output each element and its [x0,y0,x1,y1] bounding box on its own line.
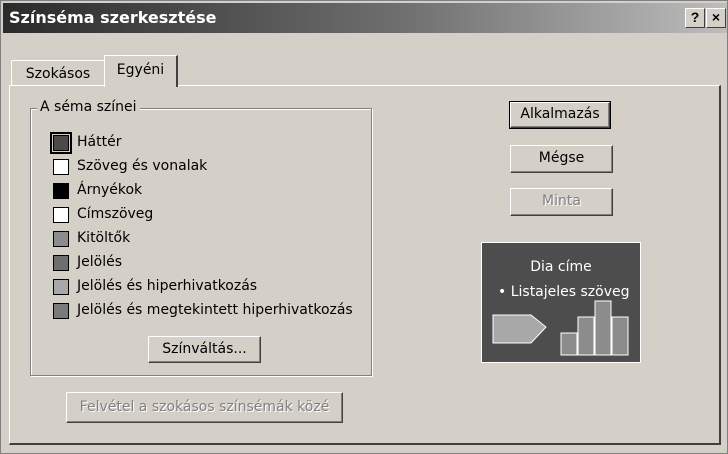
color-swatch[interactable] [53,159,69,175]
window-title: Színséma szerkesztése [9,8,217,27]
scheme-color-label: Szöveg és vonalak [77,158,208,174]
scheme-color-item[interactable]: Kitöltők [53,230,363,250]
color-swatch[interactable] [53,279,69,295]
add-to-standard-button[interactable]: Felvétel a szokásos színsémák közé [66,392,343,423]
color-swatch[interactable] [53,183,69,199]
close-button[interactable]: × [706,8,726,28]
preview-bar [611,316,629,356]
title-bar[interactable]: Színséma szerkesztése ? × [3,3,727,33]
scheme-color-label: Jelölés és hiperhivatkozás [77,278,258,294]
scheme-color-label: Jelölés [77,254,122,270]
change-color-label: Színváltás... [162,341,247,357]
preview-bar [560,332,578,356]
color-swatch[interactable] [53,303,69,319]
color-swatch[interactable] [53,207,69,223]
arrow-shape-icon [492,314,547,344]
scheme-color-item[interactable]: Jelölés és megtekintett hiperhivatkozás [53,302,363,322]
cancel-button[interactable]: Mégse [510,145,613,173]
preview-label: Minta [542,193,581,209]
color-swatch[interactable] [50,132,72,154]
preview-graphics [492,300,629,356]
dialog-window: Színséma szerkesztése ? × Szokásos Egyén… [0,0,728,454]
color-swatch[interactable] [53,255,69,271]
scheme-color-item[interactable]: Árnyékok [53,182,363,202]
apply-button[interactable]: Alkalmazás [509,101,611,129]
scheme-colors-label: A séma színei [37,99,140,115]
tab-custom[interactable]: Egyéni [104,55,178,87]
cancel-label: Mégse [538,150,585,166]
scheme-color-item[interactable]: Jelölés és hiperhivatkozás [53,278,363,298]
scheme-color-item[interactable]: Címszöveg [53,206,363,226]
preview-bar [594,300,612,356]
scheme-preview: Dia címe • Listajeles szöveg [481,242,641,363]
color-swatch[interactable] [53,231,69,247]
scheme-color-item[interactable]: Háttér [50,132,363,154]
change-color-button[interactable]: Színváltás... [148,336,261,363]
scheme-color-item[interactable]: Szöveg és vonalak [53,158,363,178]
scheme-color-label: Kitöltők [77,230,131,246]
preview-bar [577,316,595,356]
scheme-color-label: Árnyékok [77,182,143,198]
scheme-color-label: Háttér [77,134,122,150]
apply-label: Alkalmazás [520,106,600,122]
scheme-color-label: Jelölés és megtekintett hiperhivatkozás [77,302,353,318]
scheme-color-label: Címszöveg [77,206,154,222]
add-to-standard-label: Felvétel a szokásos színsémák közé [79,399,330,415]
scheme-color-item[interactable]: Jelölés [53,254,363,274]
preview-button[interactable]: Minta [510,188,613,216]
help-button[interactable]: ? [685,8,705,28]
tab-standard[interactable]: Szokásos [11,60,105,86]
